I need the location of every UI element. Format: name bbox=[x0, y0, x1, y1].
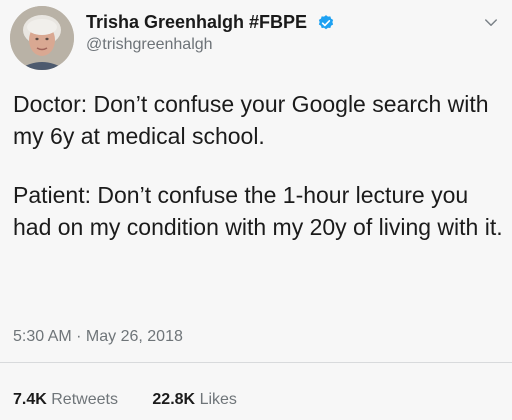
avatar-image bbox=[10, 6, 74, 70]
tweet-card: Trisha Greenhalgh #FBPE @trishgreenhalgh… bbox=[0, 0, 512, 420]
retweets-stat[interactable]: 7.4K Retweets bbox=[13, 391, 118, 409]
tweet-timestamp[interactable]: 5:30 AM · May 26, 2018 bbox=[13, 328, 183, 346]
tweet-header: Trisha Greenhalgh #FBPE @trishgreenhalgh bbox=[10, 6, 502, 70]
author-display-name[interactable]: Trisha Greenhalgh #FBPE bbox=[86, 12, 307, 33]
divider bbox=[0, 362, 512, 363]
verified-badge-icon bbox=[318, 14, 333, 29]
likes-count: 22.8K bbox=[152, 391, 196, 408]
tweet-paragraph-2: Patient: Don’t confuse the 1-hour lectur… bbox=[13, 182, 503, 240]
author-block[interactable]: Trisha Greenhalgh #FBPE @trishgreenhalgh bbox=[86, 12, 335, 54]
likes-label: Likes bbox=[199, 391, 237, 408]
retweets-label: Retweets bbox=[51, 391, 118, 408]
tweet-stats: 7.4K Retweets 22.8K Likes bbox=[13, 391, 237, 409]
avatar[interactable] bbox=[10, 6, 74, 70]
tweet-text: Doctor: Don’t confuse your Google search… bbox=[13, 88, 503, 270]
likes-stat[interactable]: 22.8K Likes bbox=[152, 391, 237, 409]
chevron-down-icon[interactable] bbox=[482, 14, 500, 32]
retweets-count: 7.4K bbox=[13, 391, 47, 408]
tweet-paragraph-1: Doctor: Don’t confuse your Google search… bbox=[13, 91, 489, 149]
author-handle[interactable]: @trishgreenhalgh bbox=[86, 36, 335, 54]
